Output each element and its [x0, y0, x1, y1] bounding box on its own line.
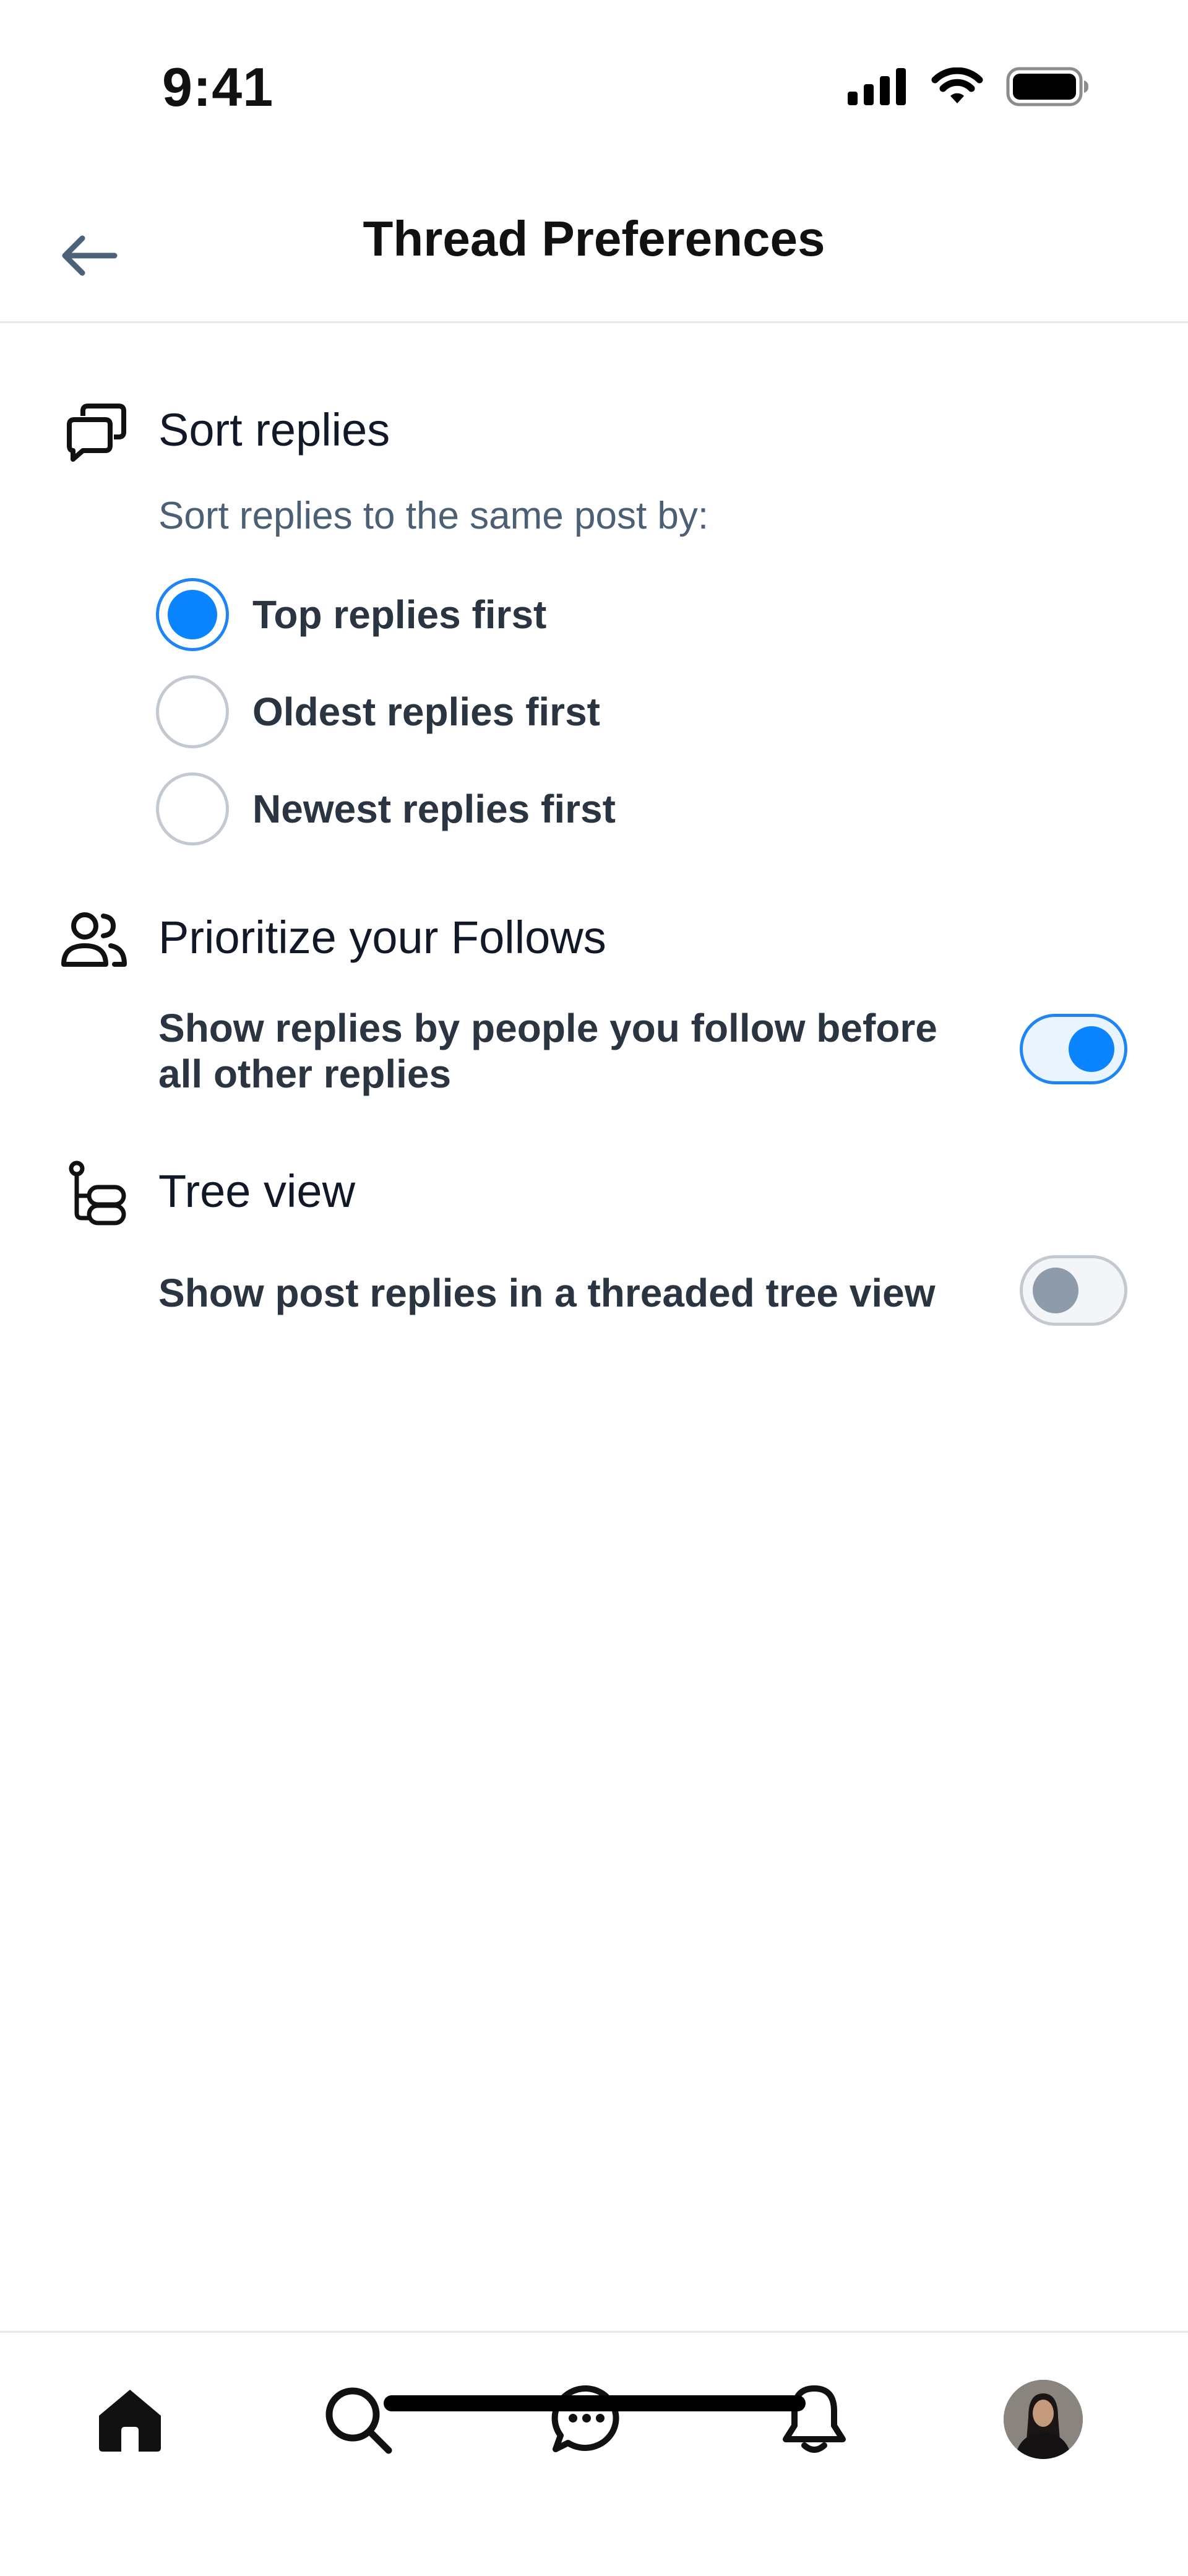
radio-button[interactable] — [156, 675, 229, 748]
wifi-icon — [931, 67, 983, 103]
radio-label: Oldest replies first — [252, 689, 600, 734]
home-indicator[interactable] — [384, 2395, 806, 2411]
tree-view-title: Tree view — [158, 1165, 356, 1217]
status-time: 9:41 — [162, 56, 274, 118]
chat-icon — [551, 2385, 619, 2452]
status-bar: 9:41 — [0, 0, 1188, 161]
nav-home[interactable] — [87, 2376, 173, 2463]
bottom-nav — [0, 2331, 1188, 2576]
chat-bubbles-icon — [62, 397, 131, 467]
radio-button[interactable] — [156, 772, 229, 845]
avatar-image — [1004, 2380, 1083, 2459]
tree-view-toggle[interactable] — [1020, 1255, 1127, 1326]
screen: 9:41 Thread Preferences Sort replies Sor… — [0, 0, 1188, 2576]
nav-profile[interactable] — [1000, 2376, 1087, 2463]
radio-dot — [168, 590, 217, 639]
prioritize-follows-title: Prioritize your Follows — [158, 912, 606, 963]
radio-label: Top replies first — [252, 592, 547, 637]
nav-notifications[interactable] — [771, 2376, 858, 2463]
page-title: Thread Preferences — [363, 211, 825, 266]
tree-view-label: Show post replies in a threaded tree vie… — [158, 1271, 936, 1315]
cellular-signal-icon — [848, 68, 906, 105]
header: Thread Preferences — [0, 186, 1188, 323]
toggle-knob — [1033, 1268, 1078, 1313]
battery-icon — [1006, 67, 1088, 106]
tree-view-icon — [63, 1159, 132, 1228]
radio-newest-replies[interactable]: Newest replies first — [156, 769, 898, 849]
sort-replies-title: Sort replies — [158, 404, 390, 456]
nav-search[interactable] — [314, 2376, 401, 2463]
bell-icon — [783, 2385, 846, 2453]
prioritize-follows-toggle[interactable] — [1020, 1014, 1127, 1084]
radio-label: Newest replies first — [252, 787, 616, 831]
profile-avatar — [1004, 2380, 1083, 2459]
sort-replies-subtitle: Sort replies to the same post by: — [158, 495, 709, 537]
radio-button[interactable] — [156, 578, 229, 651]
users-icon — [59, 905, 129, 974]
prioritize-follows-label: Show replies by people you follow before… — [158, 1006, 937, 1096]
radio-top-replies[interactable]: Top replies first — [156, 574, 898, 655]
home-icon — [99, 2390, 161, 2452]
toggle-knob — [1069, 1026, 1114, 1072]
nav-chat[interactable] — [543, 2376, 630, 2463]
radio-oldest-replies[interactable]: Oldest replies first — [156, 672, 898, 752]
status-icons — [846, 67, 1089, 106]
search-icon — [325, 2387, 392, 2454]
